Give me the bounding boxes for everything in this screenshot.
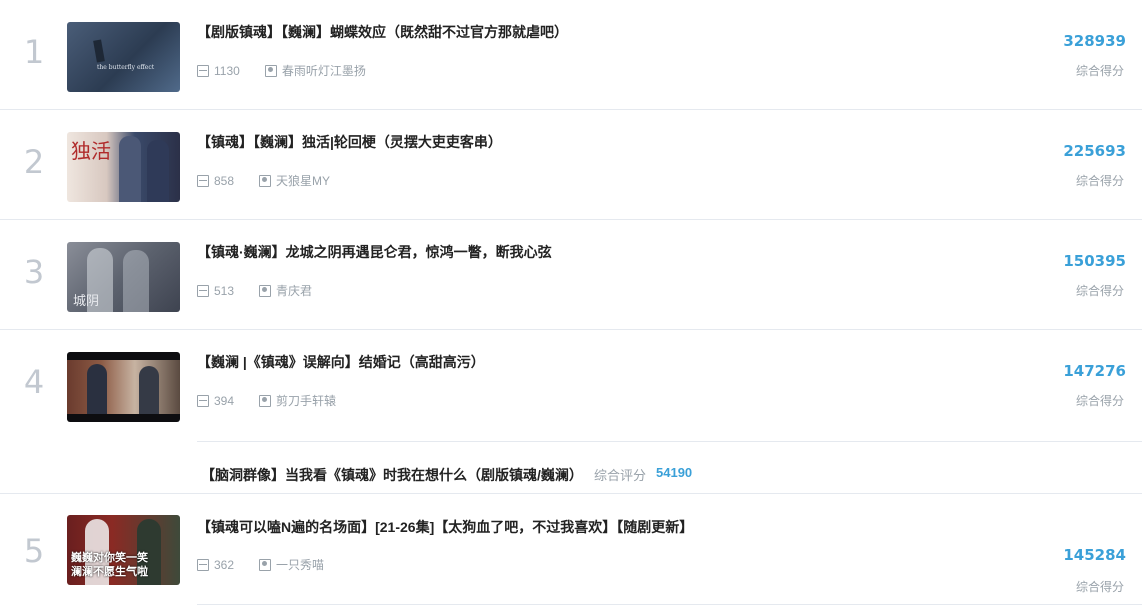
uploader-name[interactable]: 春雨听灯江墨扬	[282, 62, 366, 79]
related-score-value: 54190	[656, 465, 693, 480]
uploader-name[interactable]: 青庆君	[276, 282, 312, 299]
thumbnail-figure	[139, 366, 159, 414]
play-count-icon	[197, 64, 209, 77]
rank-row-5: 5 巍巍对你笑一笑 澜澜不愿生气啦 【镇魂可以嗑N遍的名场面】[21-26集]【…	[0, 494, 1142, 604]
thumbnail-figure	[87, 364, 107, 414]
score-label: 综合得分	[1075, 64, 1124, 78]
rank-row-4: 4 【巍澜 |《镇魂》误解向】结婚记（高甜高污） 394 剪刀手轩辕 14727…	[0, 330, 1142, 440]
play-count: 513	[214, 283, 235, 298]
play-count: 394	[214, 393, 235, 408]
video-thumbnail[interactable]: 独活	[67, 132, 180, 202]
divider	[197, 604, 1142, 605]
thumbnail-calligraphy: 城阴	[73, 294, 100, 309]
score-label: 综合得分	[1075, 394, 1124, 408]
video-title[interactable]: 【镇魂】【巍澜】独活|轮回梗（灵摆大吏吏客串）	[197, 132, 502, 152]
play-count: 858	[214, 173, 235, 188]
uploader-icon	[259, 394, 272, 407]
video-thumbnail[interactable]: 城阴	[67, 242, 180, 312]
related-video-row: 【脑洞群像】当我看《镇魂》时我在想什么（剧版镇魂/巍澜） 综合评分 54190	[0, 441, 1142, 494]
related-score-label: 综合评分	[594, 468, 647, 483]
thumbnail-caption: 巍巍对你笑一笑 澜澜不愿生气啦	[71, 551, 148, 579]
related-video-title[interactable]: 【脑洞群像】当我看《镇魂》时我在想什么（剧版镇魂/巍澜）	[201, 465, 583, 485]
uploader-name[interactable]: 剪刀手轩辕	[276, 392, 336, 409]
play-count: 1130	[214, 63, 240, 78]
score-label: 综合得分	[1075, 284, 1124, 298]
video-thumbnail[interactable]: 巍巍对你笑一笑 澜澜不愿生气啦	[67, 515, 180, 585]
video-meta: 394 剪刀手轩辕	[197, 392, 336, 409]
score-label: 综合得分	[1075, 174, 1124, 188]
video-thumbnail[interactable]: the butterfly effect	[67, 22, 180, 92]
score-value: 328939	[1063, 32, 1126, 50]
uploader-icon	[264, 64, 277, 77]
rank-number: 3	[23, 253, 45, 291]
rank-row-3: 3 城阴 【镇魂·巍澜】龙城之阴再遇昆仑君，惊鸿一瞥，断我心弦 513 青庆君 …	[0, 220, 1142, 330]
rank-row-1: 1 the butterfly effect 【剧版镇魂】【巍澜】蝴蝶效应（既然…	[0, 0, 1142, 110]
rank-row-2: 2 独活 【镇魂】【巍澜】独活|轮回梗（灵摆大吏吏客串） 858 天狼星MY 2…	[0, 110, 1142, 220]
score-value: 145284	[1063, 546, 1126, 564]
uploader-icon	[259, 558, 272, 571]
play-count: 362	[214, 557, 235, 572]
thumbnail-caption: the butterfly effect	[97, 64, 155, 71]
thumbnail-figure	[123, 250, 149, 312]
video-meta: 513 青庆君	[197, 282, 312, 299]
rank-number: 2	[23, 143, 45, 181]
video-title[interactable]: 【镇魂可以嗑N遍的名场面】[21-26集]【太狗血了吧，不过我喜欢】【随剧更新】	[197, 517, 693, 537]
video-thumbnail[interactable]	[67, 352, 180, 422]
play-count-icon	[197, 394, 209, 407]
thumbnail-figure	[119, 136, 141, 202]
play-count-icon	[197, 284, 209, 297]
uploader-name[interactable]: 一只秀喵	[276, 556, 324, 573]
thumbnail-figure	[93, 39, 105, 63]
uploader-icon	[259, 284, 272, 297]
score-value: 225693	[1063, 142, 1126, 160]
thumbnail-calligraphy: 独活	[71, 139, 111, 163]
rank-number: 1	[23, 33, 45, 71]
uploader-name[interactable]: 天狼星MY	[276, 172, 330, 189]
rank-number: 4	[23, 363, 45, 401]
video-title[interactable]: 【剧版镇魂】【巍澜】蝴蝶效应（既然甜不过官方那就虐吧）	[197, 22, 568, 42]
video-title[interactable]: 【镇魂·巍澜】龙城之阴再遇昆仑君，惊鸿一瞥，断我心弦	[197, 242, 552, 262]
play-count-icon	[197, 174, 209, 187]
video-title[interactable]: 【巍澜 |《镇魂》误解向】结婚记（高甜高污）	[197, 352, 485, 372]
rank-number: 5	[23, 532, 45, 570]
thumbnail-figure	[147, 140, 169, 202]
thumbnail-caption-text: 巍巍对你笑一笑 澜澜不愿生气啦	[71, 552, 148, 578]
uploader-icon	[259, 174, 272, 187]
thumbnail-scene	[67, 360, 180, 414]
score-label: 综合得分	[1075, 580, 1124, 594]
score-value: 147276	[1063, 362, 1126, 380]
video-meta: 362 一只秀喵	[197, 556, 324, 573]
score-value: 150395	[1063, 252, 1126, 270]
play-count-icon	[197, 558, 209, 571]
video-meta: 1130 春雨听灯江墨扬	[197, 62, 366, 79]
video-meta: 858 天狼星MY	[197, 172, 330, 189]
